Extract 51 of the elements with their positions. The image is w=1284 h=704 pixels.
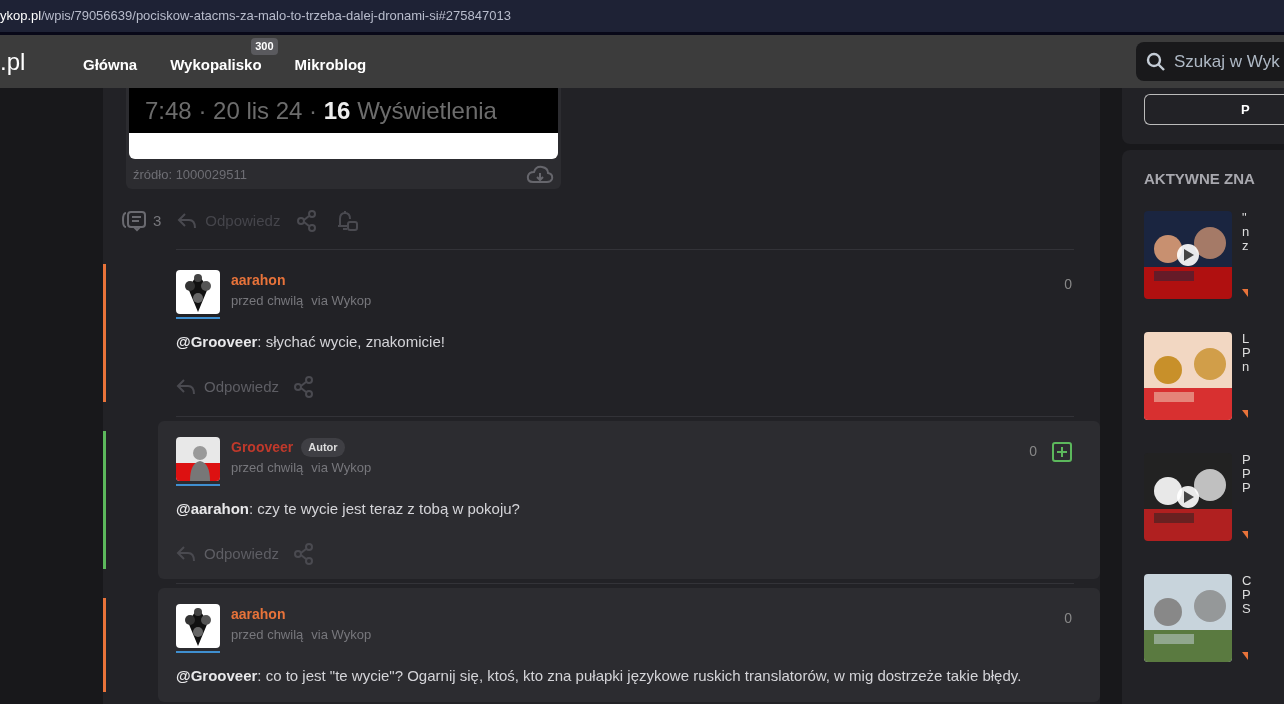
article-title[interactable]: n [1242, 224, 1250, 239]
tweet-stats: 7:48 · 20 lis 24 · 16 Wyświetlenia [145, 95, 497, 126]
article-title[interactable]: P [1242, 345, 1251, 360]
article-title[interactable]: n [1242, 359, 1251, 374]
search-input[interactable]: Szukaj w Wyk [1174, 48, 1280, 75]
comment-text: @Grooveer: słychać wycie, znakomicie! [176, 332, 446, 352]
post-time: przed chwilą [231, 292, 304, 310]
nav-link[interactable]: Główna [67, 38, 154, 85]
post-source: via Wykop [311, 292, 372, 310]
download-cloud-icon[interactable] [526, 165, 554, 185]
vote-score: 0 [1064, 609, 1072, 628]
post-source: via Wykop [311, 626, 372, 644]
article-title[interactable]: " [1242, 210, 1250, 225]
post-source: via Wykop [311, 459, 372, 477]
site-logo[interactable]: .pl [0, 43, 67, 80]
search-field[interactable]: Szukaj w Wyk [1136, 42, 1284, 81]
reply-icon [176, 544, 196, 563]
comments-icon[interactable] [121, 210, 147, 232]
vote-score: 0 [1064, 275, 1072, 294]
author-name[interactable]: aarahon [231, 604, 286, 625]
article-title[interactable]: S [1242, 601, 1252, 616]
nav-link[interactable]: Wykopalisko 300 [154, 38, 278, 85]
reply-icon [176, 377, 196, 396]
section-title: AKTYWNE ZNA [1144, 169, 1256, 189]
article-title[interactable]: P [1242, 466, 1251, 481]
article-title[interactable]: P [1242, 452, 1251, 467]
count-badge: 300 [251, 38, 278, 55]
vote-arrow-icon[interactable] [1242, 288, 1248, 299]
article-title[interactable]: z [1242, 238, 1250, 253]
comment-text: @Grooveer: co to jest "te wycie"? Ogarnij się, ktoś, kto zna pułapki językowe ruskich translatorów, w mig dostrzeże takie błędy. [176, 666, 1023, 686]
article-title[interactable]: P [1242, 480, 1251, 495]
author-tag: Autor [301, 438, 345, 457]
author-name[interactable]: aarahon [231, 270, 286, 291]
vote-score: 0 [1029, 442, 1037, 461]
address-bar[interactable]: ykop.pl/wpis/79056639/pociskow-atacms-za-malo-to-trzeba-dalej-dronami-si#275847013 [0, 0, 1284, 35]
nav-link[interactable]: Mikroblog [278, 38, 383, 85]
vote-arrow-icon[interactable] [1242, 409, 1248, 420]
image-source: źródło: 1000029511 [133, 166, 247, 185]
sidebar-button[interactable]: P [1144, 94, 1284, 125]
post-time: przed chwilą [231, 626, 304, 644]
post-time: przed chwilą [231, 459, 304, 477]
vote-arrow-icon[interactable] [1242, 651, 1248, 662]
article-title[interactable]: P [1242, 587, 1252, 602]
article-title[interactable]: C [1242, 573, 1252, 588]
reply-icon [177, 212, 198, 230]
plus-icon[interactable] [1052, 441, 1072, 462]
article-title[interactable]: L [1242, 331, 1251, 346]
vote-arrow-icon[interactable] [1242, 530, 1248, 541]
comment-count: 3 [153, 210, 162, 231]
search-icon [1146, 51, 1166, 72]
comment-text: @aarahon: czy te wycie jest teraz z tobą w pokoju? [176, 499, 521, 519]
